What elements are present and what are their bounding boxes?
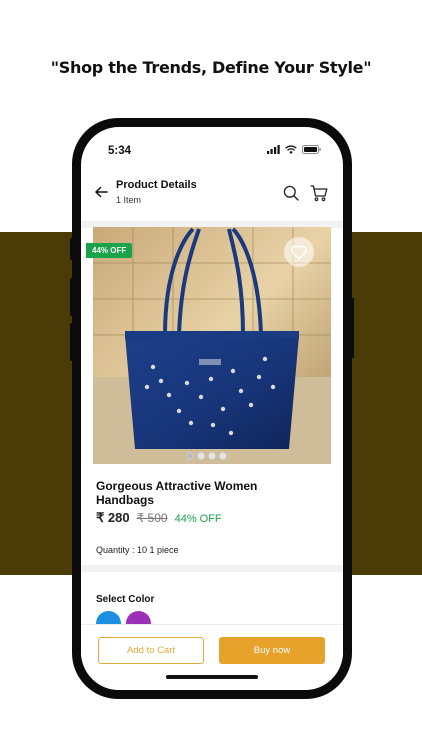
pager-dot[interactable] — [219, 452, 227, 460]
section-divider — [81, 565, 343, 572]
status-bar: 5:34 — [81, 127, 343, 167]
heart-icon — [291, 244, 307, 259]
product-name: Gorgeous Attractive Women Handbags — [96, 479, 258, 507]
status-time: 5:34 — [108, 145, 132, 157]
item-count: 1 Item — [116, 195, 142, 205]
page-title: Product Details — [116, 179, 197, 191]
page-header: Product Details 1 Item — [81, 171, 343, 222]
buy-now-button[interactable]: Buy now — [219, 637, 325, 664]
price-row: ₹ 280 ₹ 500 44% OFF — [96, 510, 222, 526]
original-price: ₹ 500 — [136, 511, 168, 525]
app-screen: 5:34 Product Details 1 Item 44% OFF Gorg… — [81, 127, 343, 690]
add-to-cart-button[interactable]: Add to Cart — [98, 637, 204, 664]
tagline: "Shop the Trends, Define Your Style" — [50, 58, 372, 77]
pager-dot[interactable] — [208, 452, 216, 460]
image-pager — [186, 452, 227, 460]
bottom-action-bar: Add to Cart Buy now — [81, 624, 343, 690]
battery-icon — [302, 145, 321, 154]
back-arrow-icon[interactable] — [94, 185, 108, 199]
signal-icon — [267, 145, 280, 154]
discount-badge: 44% OFF — [86, 243, 133, 258]
quantity-info: Quantity : 10 1 piece — [96, 545, 179, 555]
wishlist-button[interactable] — [284, 237, 314, 267]
wifi-icon — [285, 145, 297, 154]
home-indicator — [166, 675, 258, 679]
discount-text: 44% OFF — [174, 513, 222, 525]
search-icon[interactable] — [283, 185, 299, 201]
select-color-title: Select Color — [96, 594, 155, 605]
phone-frame: 5:34 Product Details 1 Item 44% OFF Gorg… — [70, 118, 354, 699]
pager-dot[interactable] — [186, 452, 194, 460]
selling-price: ₹ 280 — [96, 510, 130, 525]
pager-dot[interactable] — [197, 452, 205, 460]
cart-icon[interactable] — [310, 184, 328, 202]
